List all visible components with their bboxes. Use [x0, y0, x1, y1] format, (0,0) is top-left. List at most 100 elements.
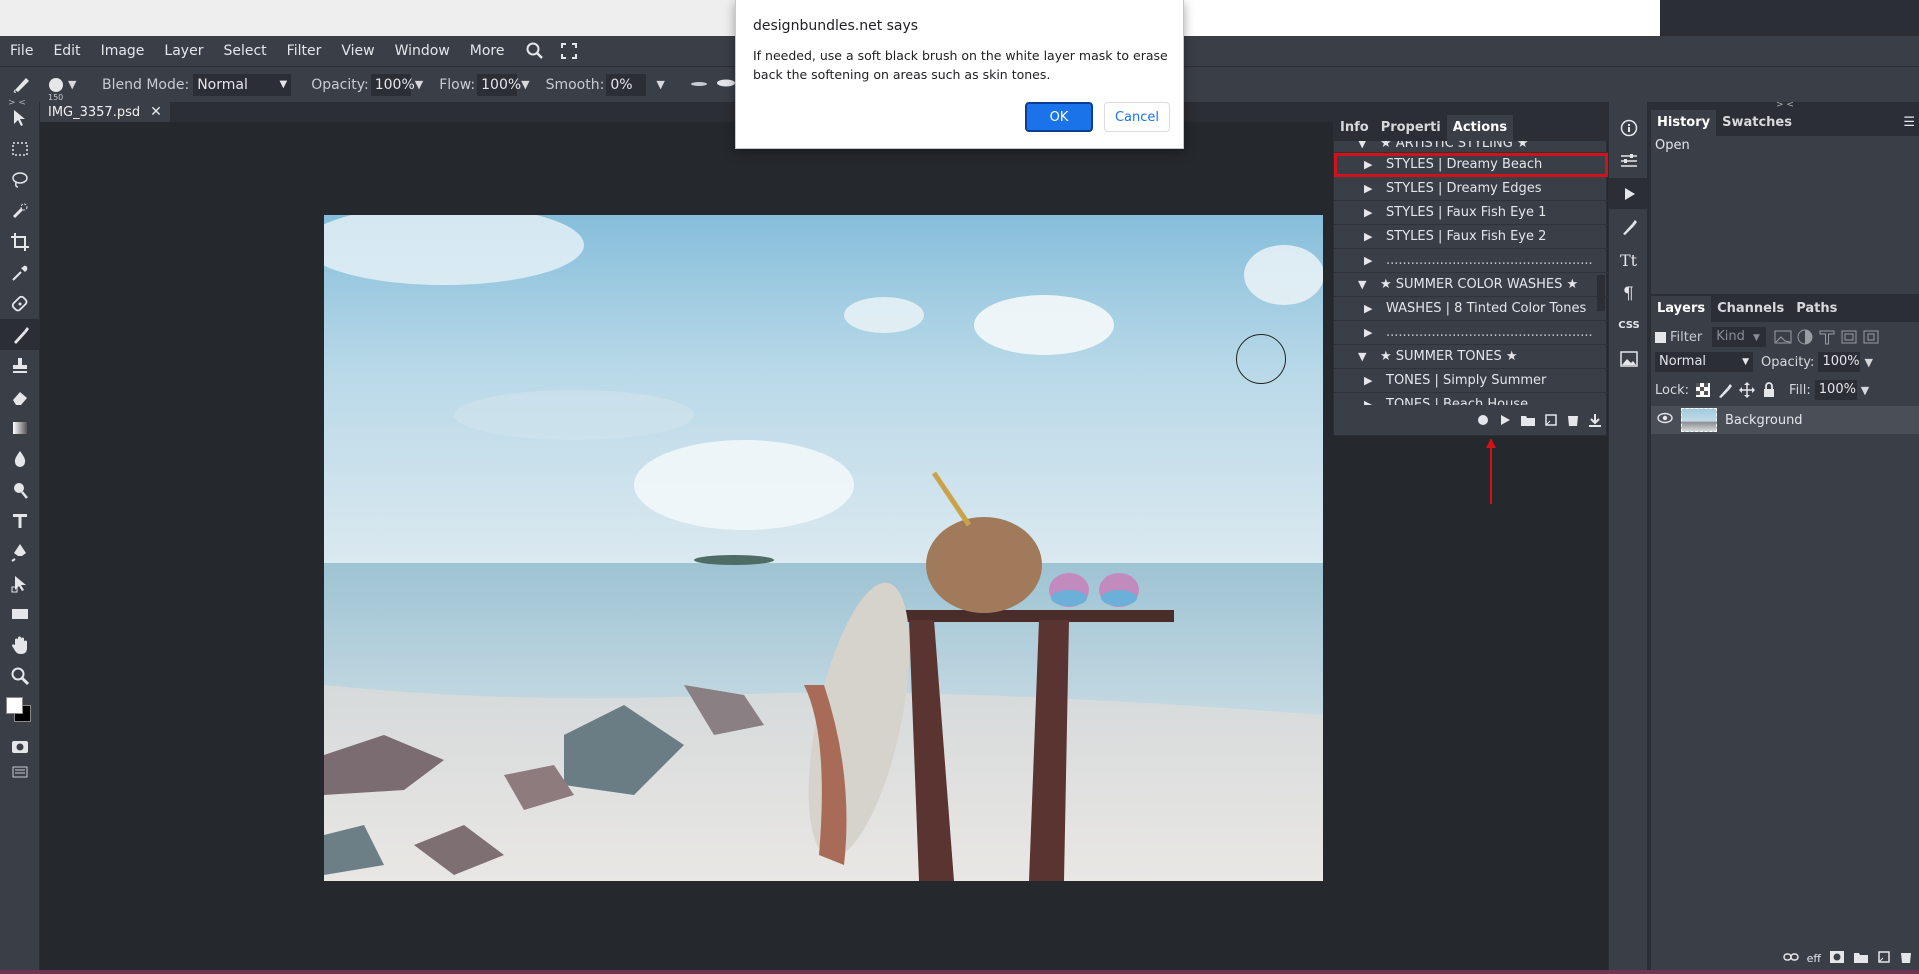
layer-row[interactable]: Background [1651, 406, 1919, 434]
eye-icon[interactable] [1657, 412, 1673, 428]
eraser-tool-icon[interactable] [0, 381, 40, 412]
collapsed-triangle-icon[interactable]: ▶ [1364, 398, 1378, 405]
brush-settings-icon[interactable] [1609, 211, 1649, 242]
filter-shape-icon[interactable] [1840, 329, 1858, 345]
pen-tool-icon[interactable] [0, 536, 40, 567]
actions-play-icon[interactable] [1609, 178, 1649, 209]
marquee-tool-icon[interactable] [0, 133, 40, 164]
collapsed-triangle-icon[interactable]: ▶ [1364, 374, 1378, 387]
collapsed-triangle-icon[interactable]: ▶ [1364, 182, 1378, 195]
action-row[interactable]: ▶ ......................................… [1334, 321, 1608, 345]
blur-tool-icon[interactable] [0, 443, 40, 474]
tab-history[interactable]: History [1651, 110, 1717, 136]
action-row[interactable]: ▶ TONES | Beach House [1334, 393, 1608, 405]
new-action-icon[interactable] [1544, 413, 1558, 431]
collapsed-triangle-icon[interactable]: ▶ [1364, 326, 1378, 339]
panel-menu-icon[interactable]: ☰ [1903, 110, 1919, 136]
tab-swatches[interactable]: Swatches [1716, 110, 1798, 136]
expanded-triangle-icon[interactable]: ▼ [1358, 350, 1372, 363]
tab-paths[interactable]: Paths [1790, 296, 1844, 322]
quick-select-tool-icon[interactable] [0, 195, 40, 226]
color-swatches[interactable] [0, 691, 40, 731]
folder-icon[interactable] [1520, 413, 1536, 431]
menu-layer[interactable]: Layer [154, 43, 213, 59]
lock-position-icon[interactable] [1739, 382, 1756, 398]
actions-scrollbar[interactable] [1597, 275, 1605, 311]
tab-channels[interactable]: Channels [1711, 296, 1791, 322]
search-icon[interactable] [521, 40, 549, 62]
action-set-row[interactable]: ▼ ★ SUMMER TONES ★ [1334, 345, 1608, 369]
filter-adjustment-icon[interactable] [1796, 329, 1814, 345]
action-row[interactable]: ▶ TONES | Simply Summer [1334, 369, 1608, 393]
link-icon[interactable] [1782, 952, 1799, 965]
action-set-row[interactable]: ▼ ★ SUMMER COLOR WASHES ★ [1334, 273, 1608, 297]
fill-input[interactable]: 100% [1814, 380, 1857, 400]
download-icon[interactable] [1588, 413, 1602, 431]
brush-tool-icon[interactable] [12, 72, 38, 98]
trash-icon[interactable] [1566, 413, 1580, 431]
collapsed-triangle-icon[interactable]: ▶ [1364, 158, 1378, 171]
brush-preset-picker[interactable]: ▼ 150 [48, 77, 78, 102]
css-icon[interactable]: CSS [1609, 310, 1649, 341]
ok-button[interactable]: OK [1025, 102, 1093, 132]
quick-mask-icon[interactable] [0, 731, 40, 762]
expanded-triangle-icon[interactable]: ▼ [1358, 278, 1372, 291]
tab-actions[interactable]: Actions [1446, 115, 1514, 141]
close-icon[interactable]: ✕ [150, 104, 162, 120]
flow-input[interactable]: 100% [477, 73, 521, 96]
tab-properties[interactable]: Properti [1374, 115, 1447, 141]
smooth-dropdown-icon[interactable]: ▼ [656, 78, 664, 91]
info-icon[interactable] [1609, 112, 1649, 143]
lock-pixels-icon[interactable] [1717, 382, 1733, 398]
fill-dropdown-icon[interactable]: ▼ [1861, 384, 1869, 397]
history-item[interactable]: Open [1655, 138, 1690, 153]
menu-more[interactable]: More [460, 43, 515, 59]
trash-icon[interactable] [1899, 950, 1913, 967]
action-row[interactable]: ▶ STYLES | Faux Fish Eye 1 [1334, 201, 1608, 225]
crop-tool-icon[interactable] [0, 226, 40, 257]
expanded-triangle-icon[interactable]: ▼ [1358, 141, 1372, 150]
flow-dropdown-icon[interactable]: ▼ [521, 78, 529, 91]
record-icon[interactable] [1476, 413, 1490, 431]
stamp-tool-icon[interactable] [0, 350, 40, 381]
eyedropper-tool-icon[interactable] [0, 257, 40, 288]
canvas-image[interactable] [324, 215, 1323, 881]
menu-image[interactable]: Image [91, 43, 155, 59]
action-row[interactable]: ▶ STYLES | Dreamy Edges [1334, 177, 1608, 201]
tab-info[interactable]: Info [1334, 115, 1375, 141]
folder-icon[interactable] [1853, 950, 1869, 967]
character-icon[interactable]: Tt [1609, 244, 1649, 275]
layer-blend-select[interactable]: Normal ▼ [1655, 352, 1753, 372]
menu-filter[interactable]: Filter [277, 43, 332, 59]
lock-all-icon[interactable] [1761, 382, 1777, 398]
action-row-selected[interactable]: ▶ STYLES | Dreamy Beach [1334, 153, 1608, 177]
layer-opacity-dropdown-icon[interactable]: ▼ [1864, 356, 1872, 369]
healing-tool-icon[interactable] [0, 288, 40, 319]
type-tool-icon[interactable] [0, 505, 40, 536]
new-layer-icon[interactable] [1877, 950, 1891, 967]
lock-transparency-icon[interactable] [1695, 382, 1711, 398]
hand-tool-icon[interactable] [0, 629, 40, 660]
pressure-opacity-icon[interactable] [689, 77, 709, 93]
effects-button[interactable]: eff [1807, 952, 1821, 965]
action-row[interactable]: ▶ ......................................… [1334, 249, 1608, 273]
collapsed-triangle-icon[interactable]: ▶ [1364, 230, 1378, 243]
cancel-button[interactable]: Cancel [1104, 102, 1170, 132]
gradient-tool-icon[interactable] [0, 412, 40, 443]
adjustments-icon[interactable] [1609, 145, 1649, 176]
blend-mode-select[interactable]: Normal ▼ [193, 73, 292, 96]
fullscreen-icon[interactable] [555, 40, 583, 62]
collapsed-triangle-icon[interactable]: ▶ [1364, 254, 1378, 267]
document-tab[interactable]: IMG_3357.psd ✕ [40, 102, 170, 122]
play-icon[interactable] [1498, 413, 1512, 431]
image-icon[interactable] [1609, 343, 1649, 374]
kind-select[interactable]: Kind ▼ [1712, 327, 1767, 347]
screen-mode-icon[interactable] [0, 762, 40, 782]
filter-image-icon[interactable] [1774, 329, 1792, 345]
menu-edit[interactable]: Edit [43, 43, 90, 59]
foreground-color-swatch[interactable] [6, 697, 23, 714]
dodge-tool-icon[interactable] [0, 474, 40, 505]
filter-type-icon[interactable] [1818, 329, 1836, 345]
menu-select[interactable]: Select [213, 43, 276, 59]
path-select-tool-icon[interactable] [0, 567, 40, 598]
